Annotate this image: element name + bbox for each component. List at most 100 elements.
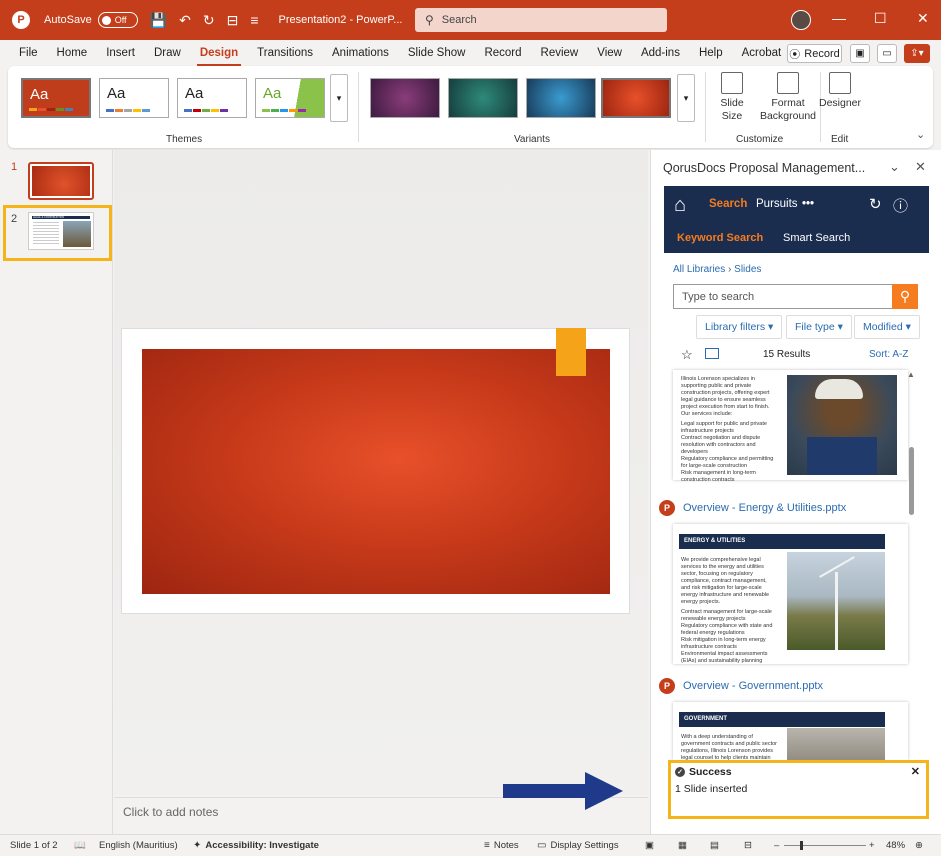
pane-search-input[interactable]: Type to search (673, 284, 893, 309)
designer-icon (829, 72, 851, 94)
tab-record[interactable]: Record (481, 40, 524, 66)
tab-help[interactable]: Help (696, 40, 726, 66)
view-toggle-icon[interactable] (705, 348, 719, 359)
tab-transitions[interactable]: Transitions (254, 40, 316, 66)
zoom-in-icon[interactable]: + (869, 840, 875, 851)
pane-options-icon[interactable]: ⌄ (889, 159, 900, 175)
pane-search-button[interactable]: ⚲ (892, 284, 918, 309)
file-link-energy[interactable]: P Overview - Energy & Utilities.pptx (659, 500, 846, 516)
tab-acrobat[interactable]: Acrobat (739, 40, 785, 66)
designer-button[interactable]: Designer (818, 72, 862, 110)
teams-icon[interactable]: ▣ (850, 44, 870, 63)
title-search-box[interactable]: ⚲ Search (415, 8, 667, 32)
undo-icon[interactable]: ↶ (179, 12, 191, 29)
tab-file[interactable]: File (16, 40, 41, 66)
themes-more-button[interactable]: ▾ (330, 74, 348, 122)
save-icon[interactable]: 💾 (150, 12, 167, 29)
display-icon: ▭ (537, 840, 547, 851)
share-button[interactable]: ⇪▾ (904, 44, 930, 63)
accessibility-status[interactable]: ✦ Accessibility: Investigate (193, 840, 319, 851)
arrow-right-icon (503, 772, 623, 810)
format-background-label: Format Background (759, 97, 817, 122)
redo-icon[interactable]: ↻ (203, 12, 215, 29)
fit-to-window-icon[interactable]: ⊕ (915, 840, 923, 851)
avatar[interactable] (791, 10, 811, 30)
refresh-icon[interactable]: ↻ (869, 195, 882, 213)
notes-placeholder: Click to add notes (123, 805, 219, 819)
slide-size-icon (721, 72, 743, 94)
sort-button[interactable]: Sort: A-Z (869, 349, 908, 360)
tab-animations[interactable]: Animations (329, 40, 392, 66)
record-button[interactable]: ⦿ Record (787, 44, 842, 63)
spelling-icon[interactable]: 📖 (74, 840, 86, 851)
variant-thumb-1[interactable] (370, 78, 440, 118)
success-toast: ✓ Success 1 Slide inserted ✕ (668, 760, 929, 819)
document-title: Presentation2 - PowerP... (278, 14, 403, 26)
display-settings-button[interactable]: ▭ Display Settings (537, 840, 619, 851)
collapse-ribbon-icon[interactable]: ⌄ (916, 128, 925, 141)
minimize-button[interactable]: — (832, 10, 846, 26)
variant-thumb-4[interactable] (601, 78, 671, 118)
autosave-toggle[interactable]: Off (97, 12, 138, 28)
variant-thumb-2[interactable] (448, 78, 518, 118)
tab-add-ins[interactable]: Add-ins (638, 40, 683, 66)
zoom-out-icon[interactable]: – (774, 840, 779, 851)
nav-pursuits[interactable]: Pursuits (756, 198, 798, 210)
theme-thumb-4[interactable]: Aa (255, 78, 325, 118)
theme-thumb-1[interactable]: Aa (21, 78, 91, 118)
close-window-button[interactable]: ✕ (917, 10, 929, 27)
card1-bullet: Regulatory compliance and permitting for… (681, 456, 774, 469)
tab-draw[interactable]: Draw (151, 40, 184, 66)
pane-scrollbar[interactable]: ▲ (907, 370, 915, 755)
file-link-government[interactable]: P Overview - Government.pptx (659, 678, 823, 694)
result-card-1[interactable]: Illinois Lorenson specializes in support… (673, 370, 908, 483)
tab-design[interactable]: Design (196, 40, 242, 66)
tab-slide-show[interactable]: Slide Show (405, 40, 469, 66)
maximize-button[interactable]: ☐ (874, 10, 887, 27)
modified-dropdown[interactable]: Modified ▾ (854, 315, 920, 339)
pane-close-icon[interactable]: ✕ (915, 159, 926, 175)
present-icon[interactable]: ⊟ (227, 12, 239, 29)
tab-smart-search[interactable]: Smart Search (783, 232, 850, 244)
autosave-label: AutoSave (44, 14, 92, 26)
scroll-up-icon[interactable]: ▲ (907, 370, 915, 379)
reading-view-icon[interactable]: ▤ (710, 840, 719, 851)
nav-search[interactable]: Search (709, 198, 747, 210)
tab-keyword-search[interactable]: Keyword Search (677, 232, 763, 244)
record-label: Record (804, 47, 840, 60)
variants-more-button[interactable]: ▾ (677, 74, 695, 122)
home-icon[interactable]: ⌂ (674, 194, 686, 217)
slide-thumbnail-1[interactable] (28, 162, 94, 200)
customize-quick-access-icon[interactable]: ≡ (250, 12, 258, 28)
results-count: 15 Results (763, 349, 811, 360)
zoom-slider[interactable] (784, 845, 866, 846)
normal-view-icon[interactable]: ▣ (645, 840, 654, 851)
tab-view[interactable]: View (594, 40, 625, 66)
theme-thumb-3[interactable]: Aa (177, 78, 247, 118)
variant-thumb-3[interactable] (526, 78, 596, 118)
card1-text: Illinois Lorenson specializes in support… (681, 376, 777, 484)
breadcrumb-root[interactable]: All Libraries (673, 264, 725, 275)
tab-home[interactable]: Home (54, 40, 91, 66)
slide-sorter-icon[interactable]: ▦ (678, 840, 687, 851)
result-card-3[interactable]: GOVERNMENT With a deep understanding of … (673, 702, 908, 760)
nav-more[interactable]: ••• (802, 198, 814, 210)
tab-review[interactable]: Review (538, 40, 582, 66)
toast-close-button[interactable]: ✕ (911, 765, 920, 778)
zoom-slider-handle[interactable] (800, 841, 803, 850)
comments-icon[interactable]: ▭ (877, 44, 897, 63)
notes-button[interactable]: ≡ Notes (484, 840, 519, 851)
format-background-button[interactable]: Format Background (757, 72, 819, 123)
favorite-icon[interactable]: ☆ (681, 347, 693, 363)
theme-thumb-2[interactable]: Aa (99, 78, 169, 118)
breadcrumb-current[interactable]: Slides (734, 264, 761, 275)
library-filters-dropdown[interactable]: Library filters ▾ (696, 315, 783, 339)
slideshow-view-icon[interactable]: ⊟ (744, 840, 752, 851)
result-card-2[interactable]: ENERGY & UTILITIES We provide comprehens… (673, 524, 908, 664)
language-status[interactable]: English (Mauritius) (99, 840, 178, 851)
zoom-level[interactable]: 48% (886, 840, 905, 851)
slide-size-button[interactable]: Slide Size (712, 72, 752, 123)
file-type-dropdown[interactable]: File type ▾ (786, 315, 852, 339)
help-icon[interactable]: ⓘ (893, 195, 908, 216)
tab-insert[interactable]: Insert (103, 40, 138, 66)
